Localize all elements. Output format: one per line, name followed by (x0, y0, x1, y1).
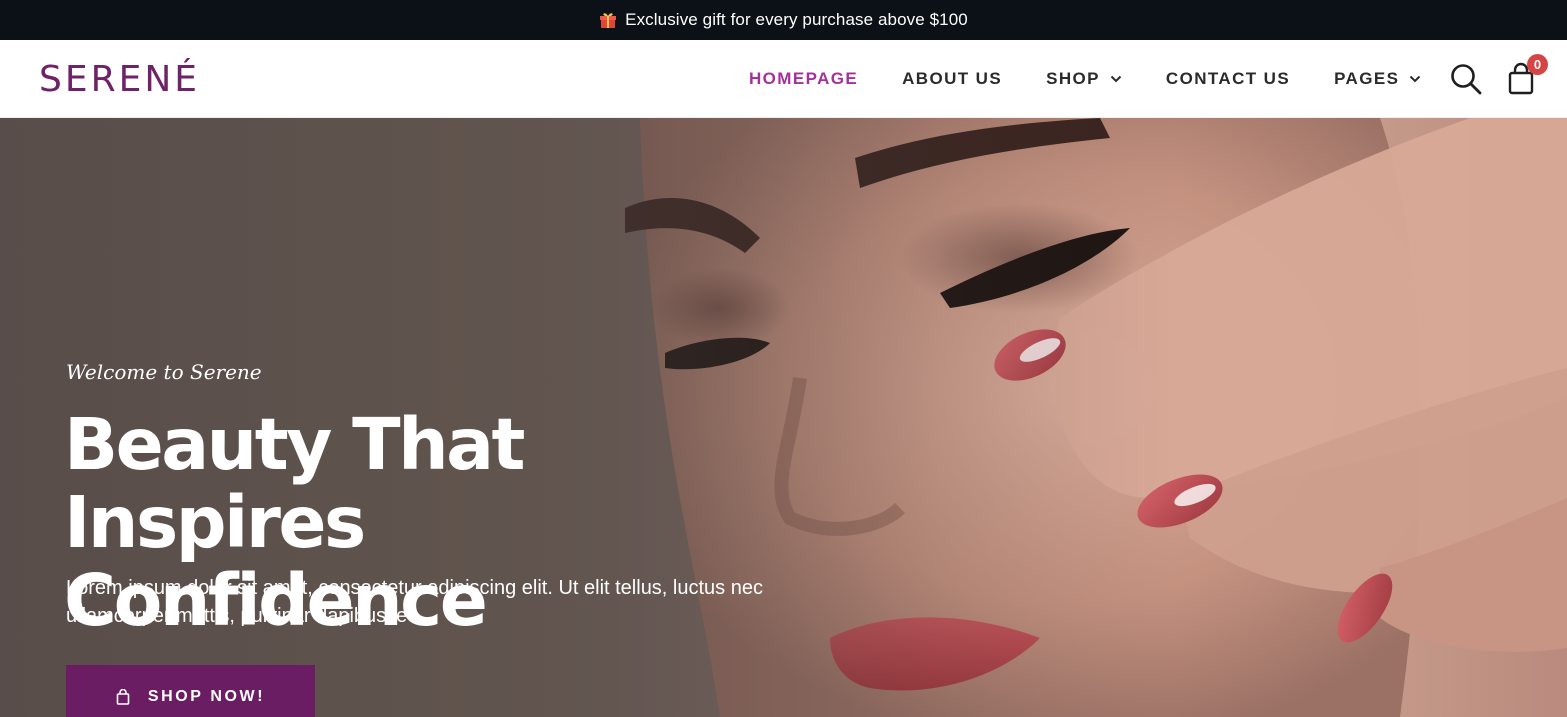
hero-section: Welcome to Serene Beauty That Inspires C… (0, 118, 1567, 717)
nav-item-pages[interactable]: PAGES (1312, 40, 1443, 118)
nav-item-contact-us[interactable]: CONTACT US (1144, 40, 1312, 118)
chevron-down-icon (1110, 75, 1122, 83)
site-header: SERENÉ HOMEPAGE ABOUT US SHOP CONTACT US… (0, 40, 1567, 118)
nav-item-label: PAGES (1334, 69, 1400, 88)
shop-now-label: SHOP NOW! (147, 688, 266, 705)
chevron-down-icon (1409, 75, 1421, 83)
nav-item-homepage[interactable]: HOMEPAGE (727, 40, 880, 118)
shop-now-button[interactable]: SHOP NOW! (66, 665, 315, 717)
search-icon[interactable] (1449, 62, 1483, 96)
nav-item-label: CONTACT US (1165, 69, 1291, 88)
shopping-bag-icon (116, 689, 130, 705)
nav-item-shop[interactable]: SHOP (1024, 40, 1144, 118)
nav-item-label: SHOP (1046, 69, 1100, 88)
gift-icon (599, 11, 617, 29)
hero-eyebrow: Welcome to Serene (66, 360, 262, 384)
announcement-text: Exclusive gift for every purchase above … (625, 10, 968, 29)
nav-item-about-us[interactable]: ABOUT US (880, 40, 1024, 118)
main-nav: HOMEPAGE ABOUT US SHOP CONTACT US PAGES (727, 40, 1443, 118)
logo-text: SERENÉ (39, 58, 201, 100)
nav-item-label: ABOUT US (902, 69, 1003, 88)
hero-description: Lorem ipsum dolor sit amet, consectetur … (66, 577, 763, 627)
cart-count-badge: 0 (1527, 54, 1548, 75)
logo[interactable]: SERENÉ (39, 54, 200, 104)
nav-item-label: HOMEPAGE (749, 69, 859, 88)
hero-headline-line1: Beauty That Inspires (64, 403, 526, 564)
announcement-bar: Exclusive gift for every purchase above … (0, 0, 1567, 40)
